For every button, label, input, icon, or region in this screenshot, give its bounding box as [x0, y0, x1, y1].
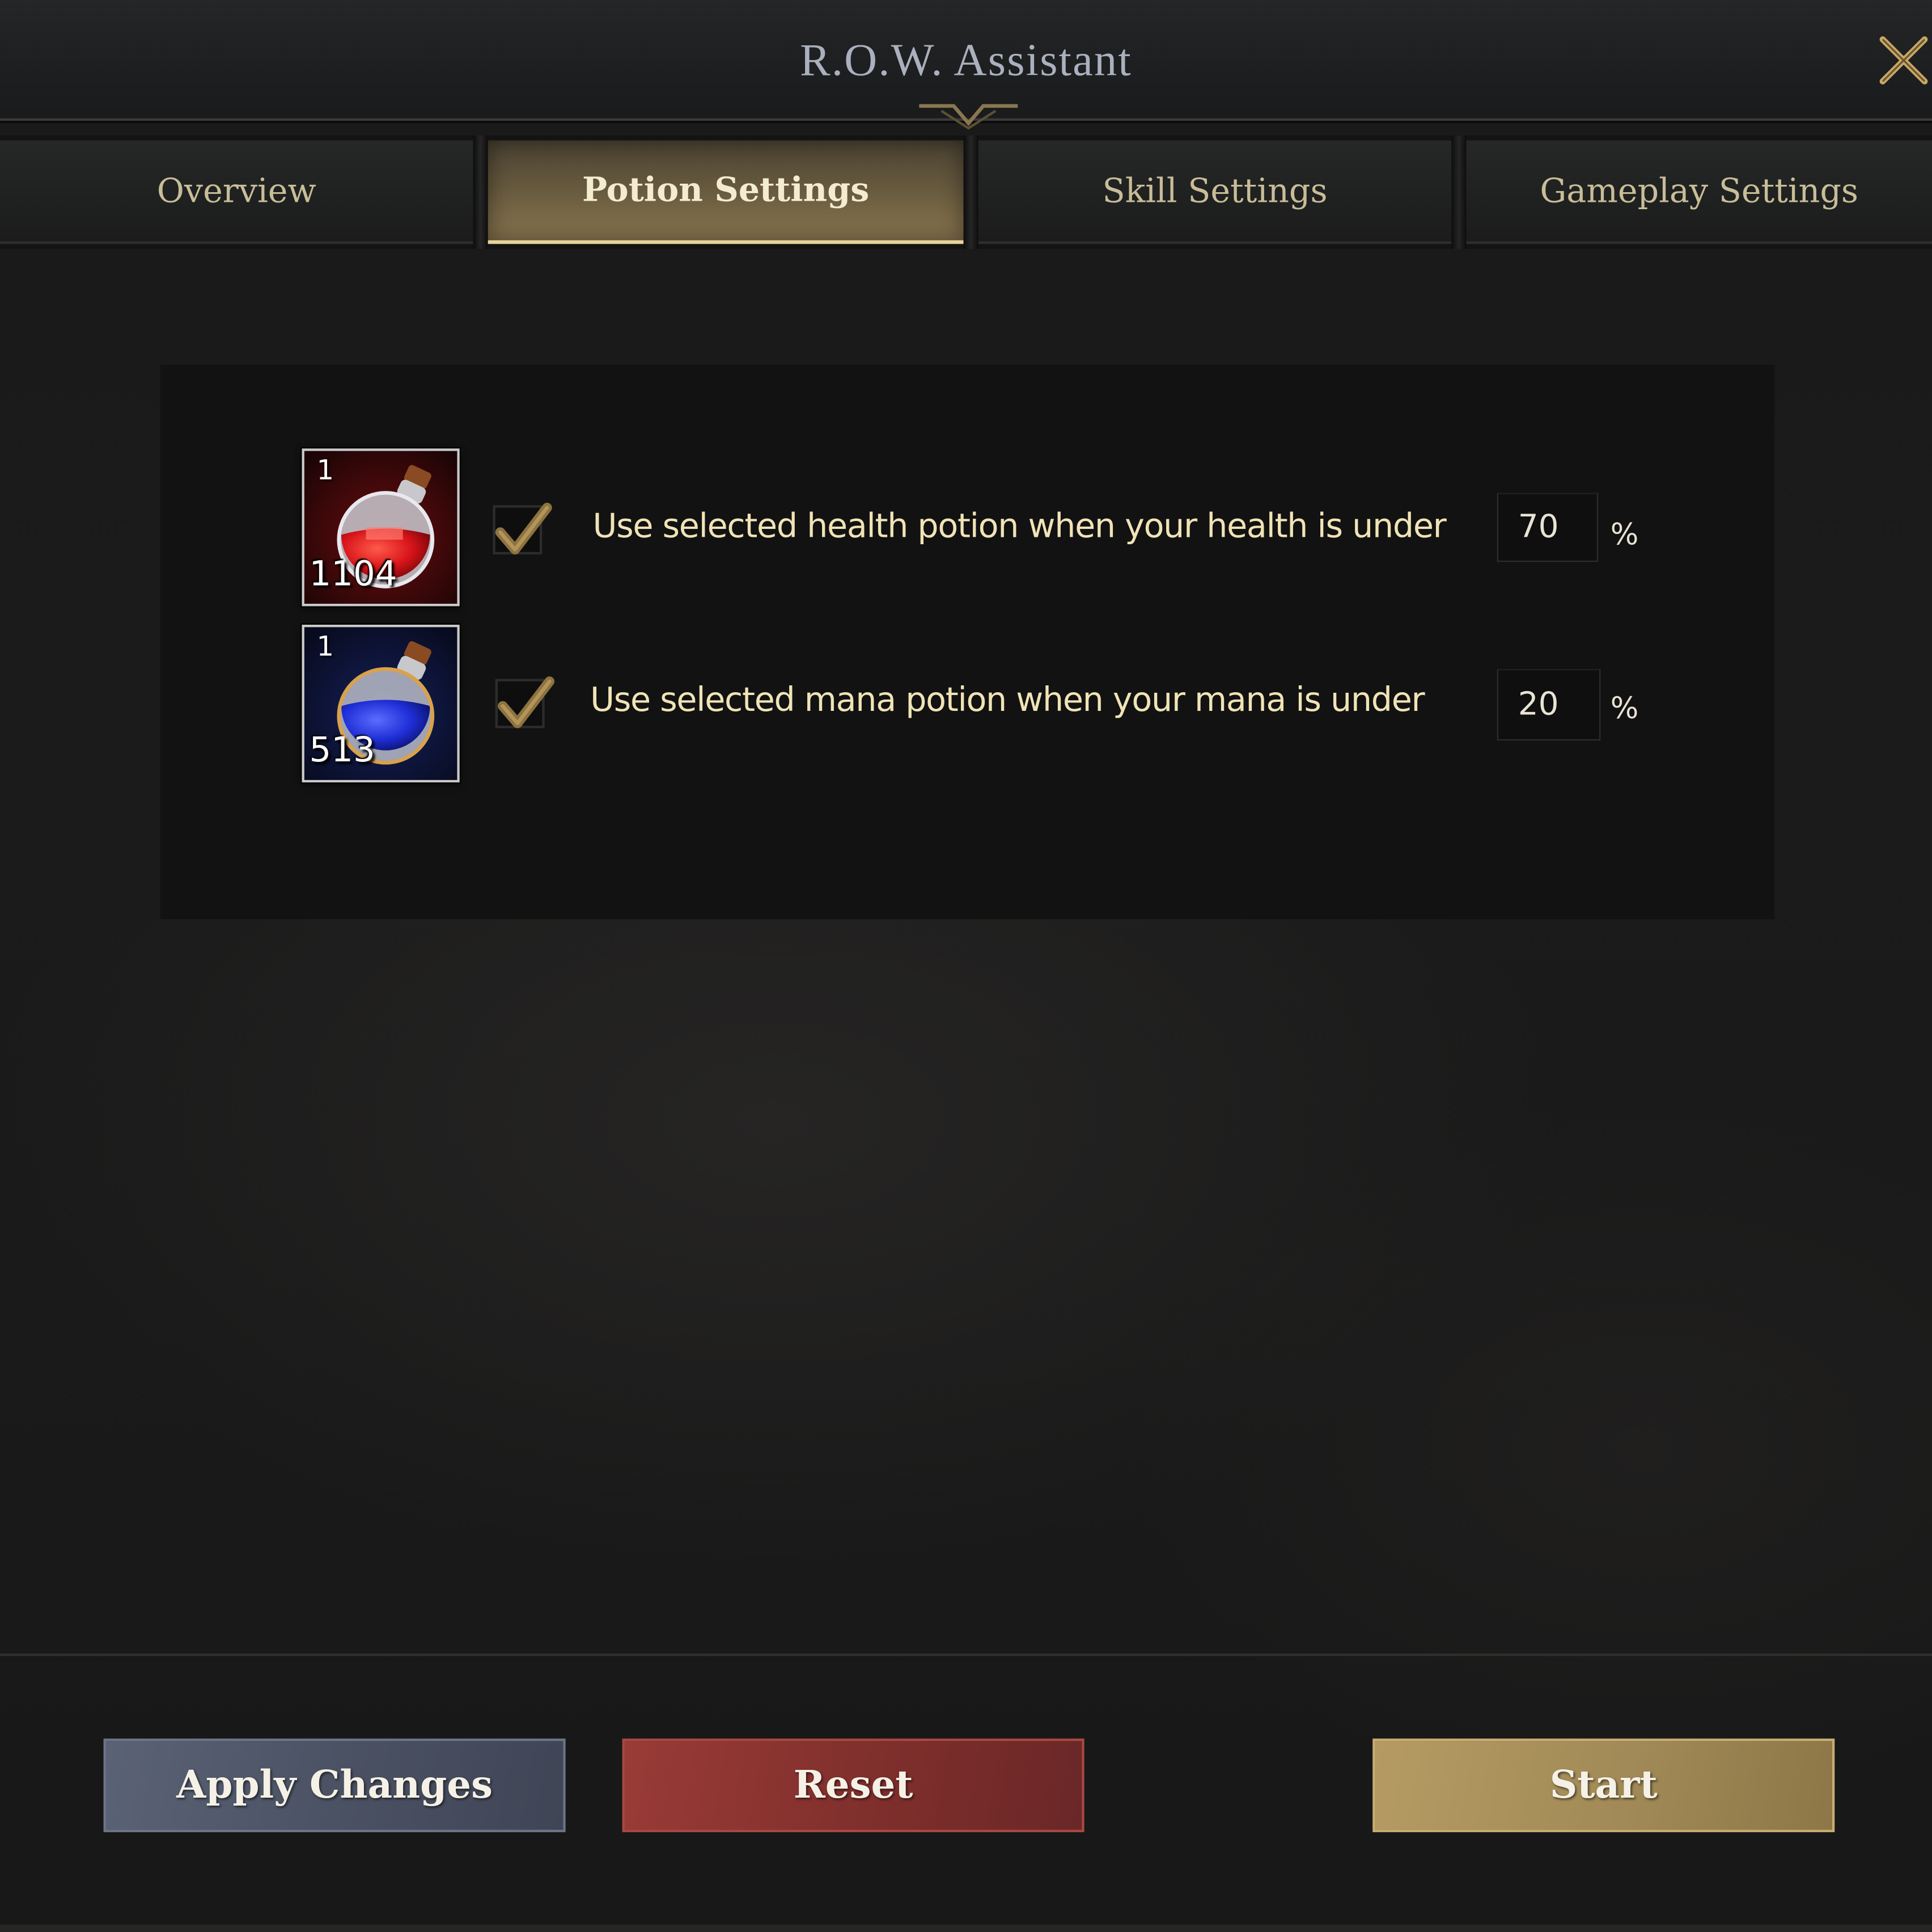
reset-button[interactable]: Reset [622, 1738, 1084, 1832]
mana-potion-level: 1 [316, 632, 334, 663]
assistant-window: R.O.W. Assistant Overview Potion Setting… [0, 0, 1932, 1932]
tab-divider [1451, 135, 1467, 249]
tab-divider [963, 135, 978, 249]
mana-potion-checkbox[interactable] [495, 676, 555, 728]
title-ornament-icon [919, 104, 1018, 130]
tab-potion-settings[interactable]: Potion Settings [488, 140, 964, 244]
mana-threshold-input[interactable] [1497, 669, 1601, 741]
mana-potion-slot[interactable]: 1 513 [302, 624, 460, 783]
health-potion-checkbox[interactable] [493, 502, 552, 555]
health-percent-unit: % [1610, 517, 1639, 552]
close-x-icon [1879, 36, 1928, 84]
apply-changes-button[interactable]: Apply Changes [103, 1738, 566, 1832]
start-button[interactable]: Start [1372, 1738, 1835, 1832]
health-potion-level: 1 [316, 456, 334, 487]
health-threshold-input[interactable] [1497, 493, 1598, 562]
tab-divider [473, 135, 488, 249]
health-potion-rule-label: Use selected health potion when your hea… [592, 507, 1446, 546]
window-title: R.O.W. Assistant [800, 36, 1132, 87]
tab-overview[interactable]: Overview [0, 140, 473, 244]
checkmark-icon [495, 502, 552, 555]
footer-divider [0, 1653, 1932, 1656]
health-potion-count: 1104 [309, 553, 397, 594]
mana-potion-rule-label: Use selected mana potion when your mana … [590, 681, 1425, 720]
tab-skill-settings[interactable]: Skill Settings [978, 140, 1452, 244]
title-bar: R.O.W. Assistant [0, 0, 1932, 130]
checkmark-icon [498, 676, 555, 728]
mana-potion-count: 513 [309, 729, 375, 770]
tab-gameplay-settings[interactable]: Gameplay Settings [1466, 140, 1932, 244]
close-button[interactable] [1875, 32, 1932, 89]
mana-percent-unit: % [1610, 691, 1639, 726]
health-potion-slot[interactable]: 1 1104 [302, 448, 460, 607]
bottom-border [0, 1924, 1932, 1932]
tab-bar: Overview Potion Settings Skill Settings … [0, 135, 1932, 249]
